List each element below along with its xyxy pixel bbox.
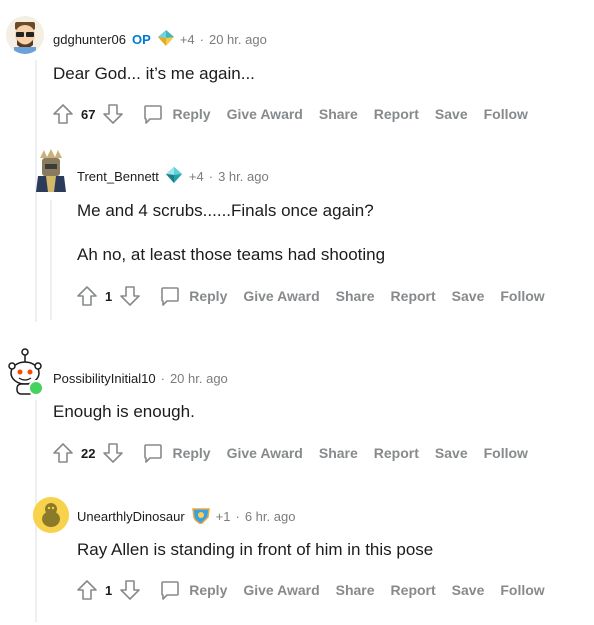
teal-gem-award-icon[interactable] [165,166,183,187]
username[interactable]: Trent_Bennett [77,169,159,184]
timestamp[interactable]: 3 hr. ago [218,169,269,184]
gold-gem-award-icon[interactable] [157,29,175,50]
username[interactable]: PossibilityInitial10 [53,371,156,386]
username[interactable]: gdghunter06 [53,32,126,47]
timestamp[interactable]: 20 hr. ago [170,371,228,386]
save-button[interactable]: Save [452,582,485,598]
upvote-icon[interactable] [74,283,100,309]
shield-award-icon[interactable] [191,506,211,527]
downvote-icon[interactable] [100,440,126,466]
share-button[interactable]: Share [319,445,358,461]
separator-dot: · [199,31,204,47]
reply-button[interactable]: Reply [157,283,227,309]
give-award-button[interactable]: Give Award [243,288,319,304]
comment-bubble-icon [140,101,166,127]
op-badge: OP [132,31,151,47]
comment-body: Dear God... it’s me again... [53,64,255,83]
username[interactable]: UnearthlyDinosaur [77,509,185,524]
comment-body: Me and 4 scrubs......Finals once again? [77,201,374,220]
comment-body: Ray Allen is standing in front of him in… [77,540,434,559]
give-award-button[interactable]: Give Award [227,106,303,122]
vote-score: 67 [81,106,96,122]
comment-body: Ah no, at least those teams had shooting [77,245,386,264]
downvote-icon[interactable] [117,283,143,309]
upvote-icon[interactable] [50,440,76,466]
report-button[interactable]: Report [374,445,419,461]
reply-button[interactable]: Reply [140,101,211,127]
save-button[interactable]: Save [435,445,468,461]
report-button[interactable]: Report [391,582,436,598]
comment-bubble-icon [140,440,166,466]
share-button[interactable]: Share [336,288,375,304]
separator-dot: · [235,508,240,524]
award-count[interactable]: +1 [216,509,231,524]
avatar[interactable] [6,16,44,54]
follow-button[interactable]: Follow [484,106,528,122]
comment-bubble-icon [157,283,183,309]
reply-label: Reply [189,288,228,304]
separator-dot: · [160,370,165,386]
give-award-button[interactable]: Give Award [227,445,303,461]
upvote-icon[interactable] [74,577,100,603]
reply-label: Reply [189,582,228,598]
comment-body: Enough is enough. [53,402,195,421]
give-award-button[interactable]: Give Award [243,582,319,598]
report-button[interactable]: Report [374,106,419,122]
report-button[interactable]: Report [391,288,436,304]
comment-bubble-icon [157,577,183,603]
vote-score: 22 [81,445,96,461]
follow-button[interactable]: Follow [484,445,528,461]
reply-button[interactable]: Reply [157,577,227,603]
vote-score: 1 [105,288,113,304]
reply-label: Reply [172,445,211,461]
vote-score: 1 [105,582,113,598]
award-count[interactable]: +4 [180,32,195,47]
share-button[interactable]: Share [319,106,358,122]
thread-line[interactable] [50,200,52,320]
follow-button[interactable]: Follow [500,288,544,304]
downvote-icon[interactable] [117,577,143,603]
share-button[interactable]: Share [336,582,375,598]
reply-button[interactable]: Reply [140,440,211,466]
award-count[interactable]: +4 [189,169,204,184]
timestamp[interactable]: 6 hr. ago [245,509,296,524]
save-button[interactable]: Save [435,106,468,122]
downvote-icon[interactable] [100,101,126,127]
upvote-icon[interactable] [50,101,76,127]
timestamp[interactable]: 20 hr. ago [209,32,267,47]
avatar[interactable] [34,148,68,192]
avatar[interactable] [33,497,69,533]
save-button[interactable]: Save [452,288,485,304]
reply-label: Reply [172,106,211,122]
follow-button[interactable]: Follow [500,582,544,598]
online-status-indicator [28,380,44,396]
separator-dot: · [208,168,214,184]
